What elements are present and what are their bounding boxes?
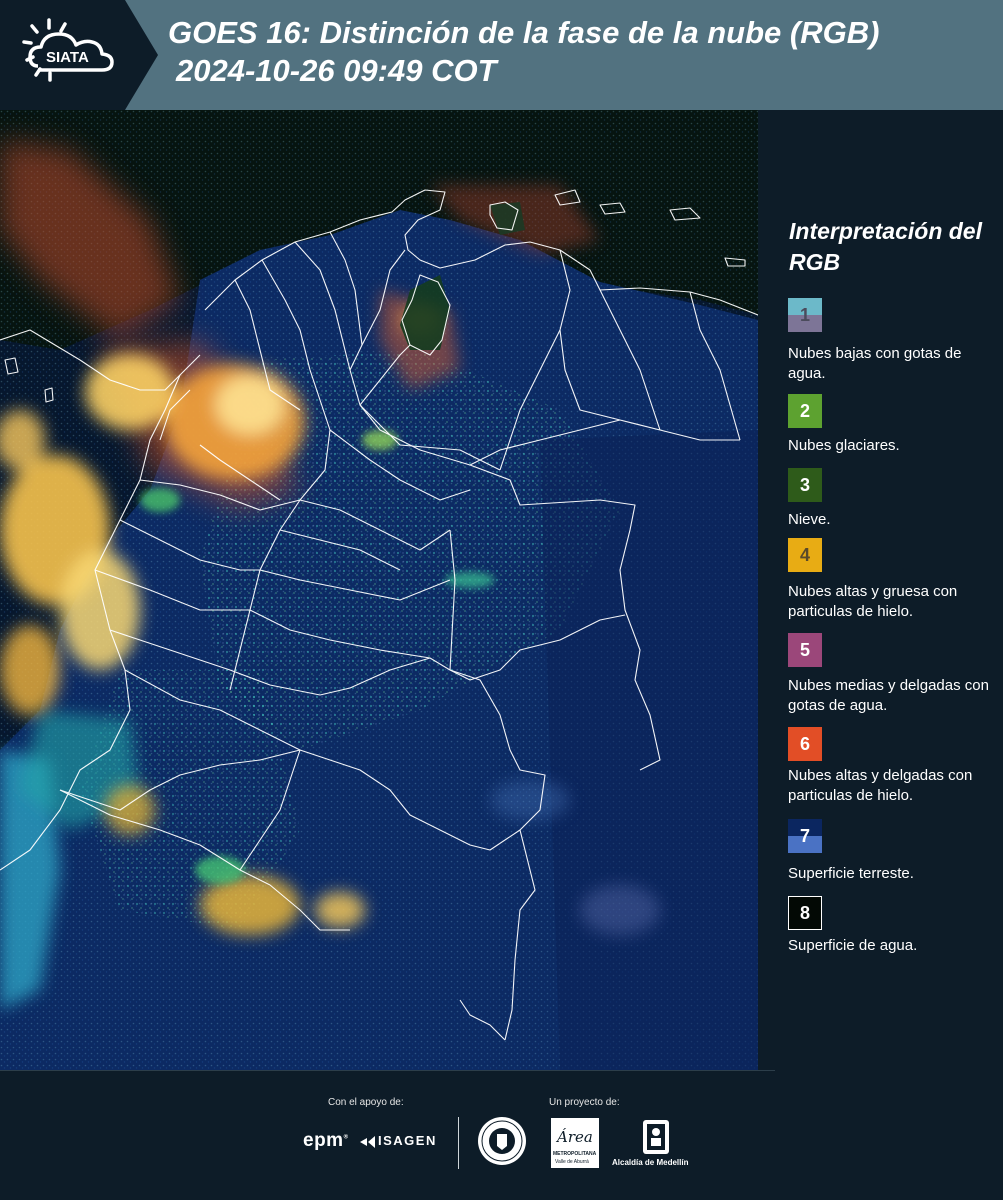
alcaldia-text: Alcaldía de Medellín — [612, 1158, 689, 1167]
area-logo-sub: METROPOLITANA — [553, 1151, 597, 1157]
area-metropolitana-logo[interactable]: Área METROPOLITANA Valle de Aburrá — [551, 1118, 599, 1168]
legend-number-8: 8 — [799, 902, 810, 923]
legend-label-7: Superficie terreste. — [788, 865, 914, 882]
footer: Con el apoyo de: Un proyecto de: epm® IS… — [0, 1070, 1003, 1200]
legend-panel: Interpretación del RGB 1 Nubes bajas con… — [760, 110, 1003, 1070]
isagen-logo[interactable] — [358, 1132, 378, 1157]
legend-label-6: Nubes altas y delgadas con particulas de… — [788, 767, 973, 804]
area-logo-sub2: Valle de Aburrá — [555, 1159, 589, 1165]
legend-swatch-6: 6 — [788, 727, 822, 761]
legend-label-8: Superficie de agua. — [788, 937, 918, 954]
area-logo-text: Área — [557, 1128, 593, 1146]
legend-label-1: Nubes bajas con gotas de agua. — [788, 345, 962, 382]
alcaldia-shield-icon — [643, 1120, 669, 1154]
legend-swatch-2: 2 — [788, 394, 822, 428]
header-title: GOES 16: Distinción de la fase de la nub… — [168, 14, 879, 90]
isagen-logo-text: ISAGEN — [378, 1133, 437, 1148]
legend-number-3: 3 — [799, 474, 810, 495]
legend-number-1: 1 — [799, 304, 810, 325]
legend-number-6: 6 — [799, 733, 810, 754]
legend-label-2: Nubes glaciares. — [788, 437, 900, 454]
legend-number-4: 4 — [799, 544, 810, 565]
legend-label-4: Nubes altas y gruesa con particulas de h… — [788, 583, 958, 620]
title-product: GOES 16: Distinción de la fase de la nub… — [168, 15, 880, 50]
siata-logo[interactable]: SIATA — [0, 0, 160, 110]
legend-title: Interpretación del RGB — [789, 218, 982, 275]
alcaldia-medellin-logo[interactable] — [641, 1118, 671, 1161]
legend-swatch-5: 5 — [788, 633, 822, 667]
legend-number-2: 2 — [799, 400, 810, 421]
legend-swatch-4: 4 — [788, 538, 822, 572]
legend-swatch-3: 3 — [788, 468, 822, 502]
header-banner: SIATA GOES 16: Distinción de la fase de … — [0, 0, 1003, 110]
universidad-seal-logo[interactable] — [477, 1116, 527, 1171]
footer-divider-line — [0, 1070, 775, 1071]
project-label: Un proyecto de: — [549, 1097, 620, 1108]
isagen-icon — [360, 1136, 375, 1148]
legend-swatch-1: 1 — [788, 298, 822, 332]
epm-logo[interactable]: epm® — [303, 1130, 349, 1152]
satellite-rgb-map[interactable] — [0, 110, 758, 1070]
legend-number-7: 7 — [799, 825, 810, 846]
support-label: Con el apoyo de: — [328, 1097, 404, 1108]
legend-swatch-7: 7 — [788, 819, 822, 853]
footer-vertical-divider — [458, 1117, 459, 1169]
svg-text:SIATA: SIATA — [46, 49, 89, 66]
legend-swatch-8: 8 — [788, 896, 822, 930]
legend-label-3: Nieve. — [788, 511, 831, 528]
seal-icon — [478, 1117, 526, 1165]
title-timestamp: 2024-10-26 09:49 COT — [176, 53, 497, 88]
epm-logo-text: epm — [303, 1130, 344, 1151]
legend-number-5: 5 — [799, 639, 810, 660]
legend-label-5: Nubes medias y delgadas con gotas de agu… — [788, 677, 989, 714]
